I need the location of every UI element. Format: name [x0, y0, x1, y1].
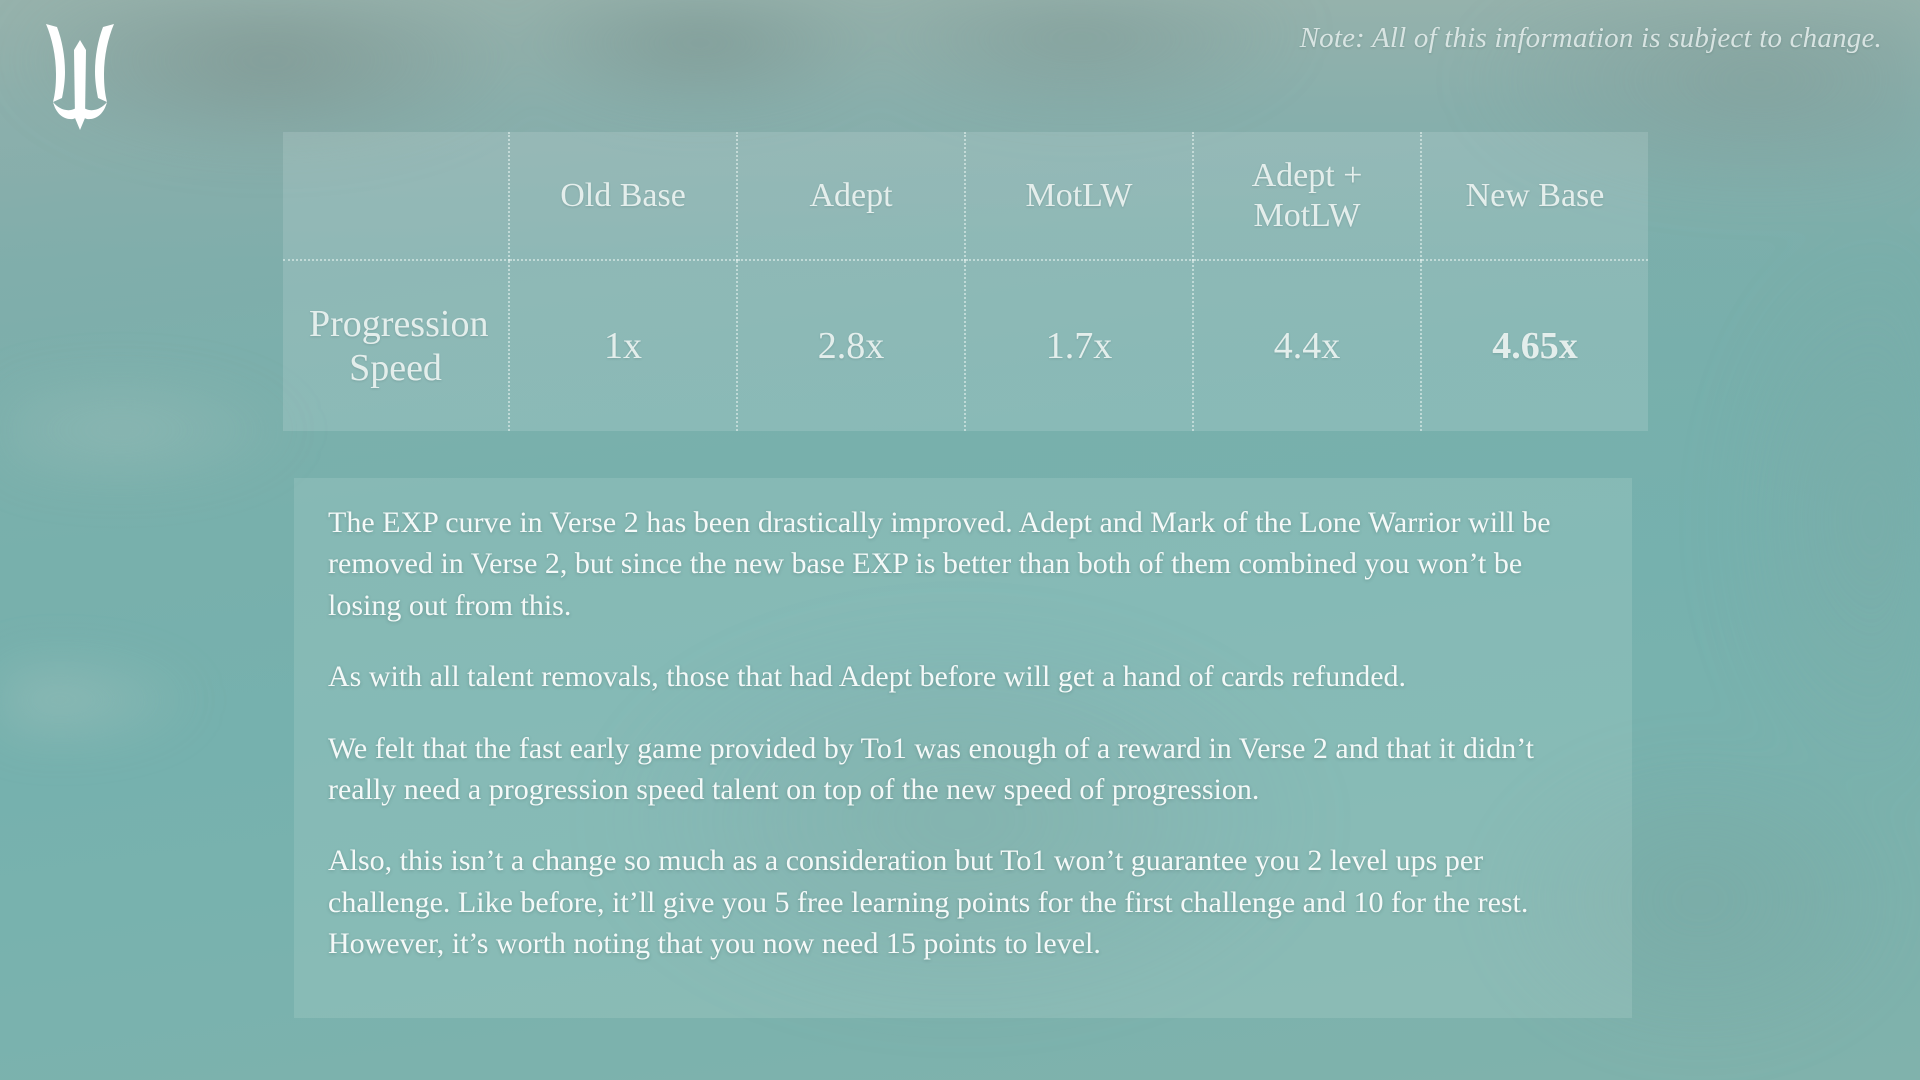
note-paragraph-1: The EXP curve in Verse 2 has been drasti…	[328, 506, 1551, 622]
cell-new-base: 4.65x	[1492, 324, 1578, 367]
column-header-old-base: Old Base	[509, 132, 738, 261]
note-paragraph-4: Also, this isn’t a change so much as a c…	[328, 844, 1529, 961]
row-header-progression-speed: Progression Speed	[283, 260, 510, 431]
table-corner-cell	[283, 132, 510, 261]
note-paragraph-2: As with all talent removals, those that …	[328, 660, 1407, 694]
patch-notes-panel: The EXP curve in Verse 2 has been drasti…	[294, 478, 1632, 1018]
note-paragraph-3: We felt that the fast early game provide…	[328, 731, 1534, 806]
trident-logo-icon	[34, 22, 126, 132]
column-header-adept: Adept	[737, 132, 966, 261]
cell-old-base: 1x	[509, 260, 738, 431]
cell-adept: 2.8x	[737, 260, 966, 431]
cell-motlw: 1.7x	[965, 260, 1194, 431]
progression-speed-table: Old Base Adept MotLW Adept + MotLW New B…	[283, 132, 1648, 431]
table-row: Progression Speed 1x 2.8x 1.7x 4.4x 4.65…	[283, 260, 1648, 431]
column-header-new-base: New Base	[1421, 132, 1648, 261]
cell-adept-motlw: 4.4x	[1193, 260, 1422, 431]
table-header-row: Old Base Adept MotLW Adept + MotLW New B…	[283, 132, 1648, 261]
note-text: Note: All of this information is subject…	[1299, 22, 1882, 54]
column-header-motlw: MotLW	[965, 132, 1194, 261]
column-header-adept-motlw: Adept + MotLW	[1193, 132, 1422, 261]
